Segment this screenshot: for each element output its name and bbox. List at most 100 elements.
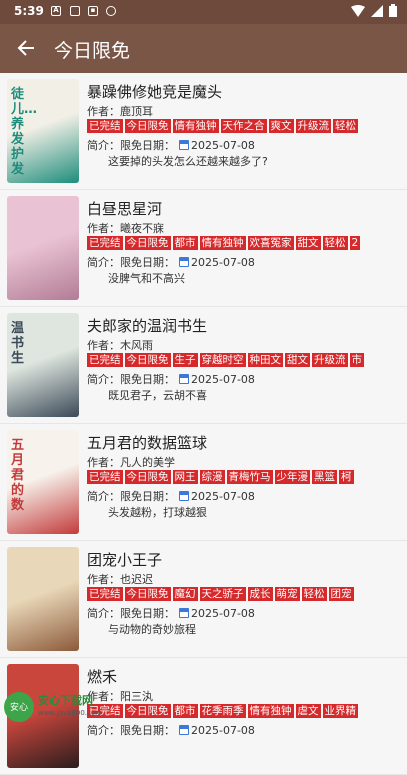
tag-list: 已完结 今日限免 网王 综漫 青梅竹马 少年漫 黑篮柯 [87,470,407,485]
intro-label: 简介： [87,139,120,152]
calendar-icon [179,491,189,501]
author-label: 作者： [87,105,120,118]
book-intro-line: 简介： 限免日期： 2025-07-08 [87,371,255,387]
watermark: 安心 安心下载网 www.java800.com [0,688,112,725]
tag-list: 已完结 今日限免 魔幻 天之骄子 成长 萌宠 轻松 团宠 [87,587,407,602]
book-title[interactable]: 夫郎家的温润书生 [87,315,207,336]
book-tag: 爽文 [268,119,294,133]
book-summary: 这要掉的头发怎么还越来越多了? [108,155,268,168]
book-cover[interactable]: 温书生 [7,313,79,417]
book-intro-line: 简介： 限免日期： 2025-07-08 [87,722,255,738]
book-tag: 今日限免 [124,587,171,601]
date-label: 限免日期： [120,607,175,620]
calendar-icon [179,725,189,735]
book-item[interactable]: 温书生 夫郎家的温润书生 作者：木风雨 已完结 今日限免 生子 穿越时空 种田文 甜文 升级流市简… [0,307,407,424]
cover-text: 五月君的数 [11,438,25,513]
book-tag: 市 [349,353,364,367]
book-tag: 今日限免 [124,119,171,133]
book-tag: 柯 [339,470,354,484]
notification-circle-icon [106,6,116,16]
back-button[interactable] [12,34,40,62]
book-item[interactable]: 白昼思星河 作者：曦夜不寐 已完结 今日限免 都市 情有独钟 欢喜冤家 甜文 轻松 2 简介： 限免日… [0,190,407,307]
app-bar: 今日限免 [0,24,407,73]
book-intro-line: 简介： 限免日期： 2025-07-08 [87,488,255,504]
book-tag: 虐文 [295,704,321,718]
book-tag: 今日限免 [124,704,171,718]
book-tag: 生子 [172,353,198,367]
tag-list: 已完结 今日限免 生子 穿越时空 种田文 甜文 升级流市 [87,353,407,368]
book-tag: 已完结 [87,353,123,367]
book-tag: 成长 [247,587,273,601]
date-label: 限免日期： [120,373,175,386]
tag-list: 已完结 今日限免 都市 情有独钟 欢喜冤家 甜文 轻松 2 [87,236,407,251]
book-tag: 少年漫 [274,470,310,484]
book-author: 作者：鹿顶耳 [87,103,153,119]
notification-box-icon: ▪ [88,6,98,16]
book-tag: 都市 [172,704,198,718]
book-tag: 青梅竹马 [226,470,273,484]
book-title[interactable]: 暴躁佛修她竞是魔头 [87,81,222,102]
book-intro-line: 简介： 限免日期： 2025-07-08 [87,137,255,153]
book-cover[interactable]: 五月君的数 [7,430,79,534]
book-list[interactable]: 徒儿…养发护发 暴躁佛修她竞是魔头 作者：鹿顶耳 已完结 今日限免 情有独钟 天作之合 爽文升… [0,73,407,775]
book-tag: 轻松 [301,587,327,601]
book-title[interactable]: 团宠小王子 [87,549,162,570]
free-date: 2025-07-08 [191,489,255,503]
author-name: 木风雨 [120,339,153,352]
author-name: 也迟迟 [120,573,153,586]
arrow-left-icon [17,40,34,56]
calendar-icon [179,257,189,267]
book-summary: 既见君子，云胡不喜 [108,389,207,402]
book-tag: 2 [349,236,361,250]
book-cover[interactable] [7,196,79,300]
book-summary: 与动物的奇妙旅程 [108,623,196,636]
book-summary: 头发越粉，打球越狠 [108,506,207,519]
book-tag: 天之骄子 [199,587,246,601]
intro-label: 简介： [87,373,120,386]
book-tag: 情有独钟 [172,119,219,133]
book-tag: 天作之合 [220,119,267,133]
book-tag: 情有独钟 [247,704,294,718]
book-tag: 甜文 [285,353,310,367]
calendar-icon [179,608,189,618]
book-tag: 花季雨季 [199,704,246,718]
book-intro-line: 简介： 限免日期： 2025-07-08 [87,605,255,621]
book-author: 作者：凡人的美学 [87,454,175,470]
free-date: 2025-07-08 [191,255,255,269]
book-item[interactable]: 五月君的数 五月君的数据篮球 作者：凡人的美学 已完结 今日限免 网王 综漫 青梅竹马 少年漫黑… [0,424,407,541]
book-tag: 已完结 [87,236,123,250]
book-tag: 今日限免 [124,353,171,367]
book-tag: 种田文 [247,353,283,367]
watermark-title: 安心下载网 [38,693,93,707]
watermark-logo: 安心 [4,691,34,722]
book-item[interactable]: 徒儿…养发护发 暴躁佛修她竞是魔头 作者：鹿顶耳 已完结 今日限免 情有独钟 天作之合 爽文升… [0,73,407,190]
book-intro-line: 简介： 限免日期： 2025-07-08 [87,254,255,270]
calendar-icon [179,140,189,150]
cover-text: 徒儿…养发护发 [11,87,38,177]
book-title[interactable]: 燃禾 [87,666,117,687]
notification-image-icon [70,6,80,16]
book-item[interactable]: 团宠小王子 作者：也迟迟 已完结 今日限免 魔幻 天之骄子 成长 萌宠 轻松 团宠 简介： 限免日期：… [0,541,407,658]
intro-label: 简介： [87,607,120,620]
signal-icon [371,4,383,17]
author-label: 作者： [87,456,120,469]
book-tag: 升级流 [295,119,331,133]
page-title: 今日限免 [54,40,131,62]
book-cover[interactable]: 徒儿…养发护发 [7,79,79,183]
book-cover[interactable] [7,547,79,651]
book-tag: 萌宠 [274,587,300,601]
author-label: 作者： [87,222,120,235]
intro-label: 简介： [87,490,120,503]
author-label: 作者： [87,573,120,586]
book-author: 作者：也迟迟 [87,571,153,587]
book-tag: 轻松 [322,236,348,250]
book-tag: 网王 [172,470,198,484]
date-label: 限免日期： [120,139,175,152]
book-tag: 今日限免 [124,236,171,250]
tag-list: 已完结 今日限免 都市 花季雨季 情有独钟 虐文 业界精 [87,704,407,719]
book-tag: 已完结 [87,587,123,601]
book-title[interactable]: 白昼思星河 [87,198,162,219]
free-date: 2025-07-08 [191,723,255,737]
book-title[interactable]: 五月君的数据篮球 [87,432,207,453]
author-name: 鹿顶耳 [120,105,153,118]
